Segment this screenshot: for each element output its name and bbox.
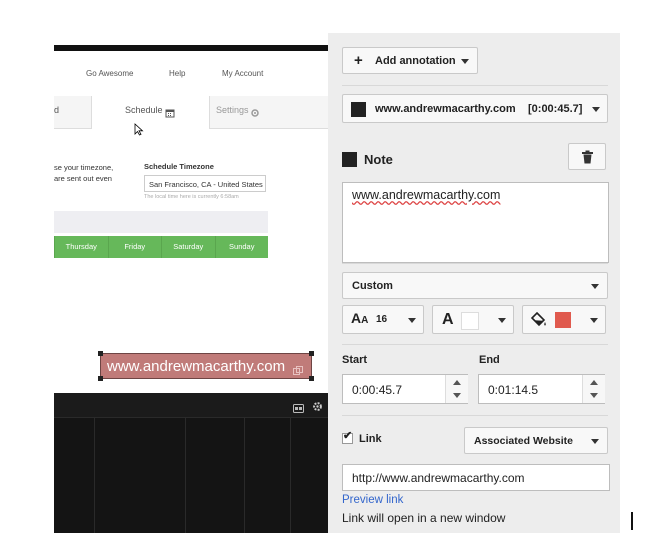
add-annotation-button[interactable]: + Add annotation [342, 47, 478, 74]
nav-link-my-account: My Account [222, 69, 264, 78]
font-size-icon: AA [351, 310, 369, 326]
background-color-swatch [555, 312, 571, 328]
link-url-value: http://www.andrewmacarthy.com [352, 471, 525, 485]
link-label: Link [359, 433, 382, 445]
annotation-overlay-text: www.andrewmacarthy.com [107, 358, 286, 375]
link-note: Link will open in a new window [342, 511, 506, 525]
grid-line [94, 418, 95, 533]
trash-icon [581, 150, 594, 169]
style-select-value: Custom [352, 280, 393, 292]
chevron-down-icon [498, 318, 506, 323]
day-saturday: Saturday [161, 236, 215, 258]
plus-icon: + [354, 52, 363, 69]
resize-handle-top-right[interactable] [309, 351, 314, 356]
stepper-up-icon[interactable] [453, 380, 461, 385]
timezone-field: San Francisco, CA - United States [144, 175, 266, 192]
chevron-down-icon [591, 439, 599, 444]
end-label: End [479, 354, 500, 366]
link-type-select[interactable]: Associated Website [464, 427, 608, 454]
start-time-stepper[interactable] [445, 375, 468, 403]
end-time-stepper[interactable] [582, 375, 605, 403]
font-size-select[interactable]: AA 16 [342, 305, 424, 334]
checkmark-icon: ✔ [343, 430, 353, 442]
site-tab-stub: d [54, 105, 60, 115]
resize-handle-bottom-right[interactable] [309, 376, 314, 381]
day-header-bar: Thursday Friday Saturday Sunday [54, 236, 268, 258]
stepper-down-icon[interactable] [453, 393, 461, 398]
schedule-timezone-label: Schedule Timezone [144, 162, 214, 171]
timezone-description: se your timezone, are sent out even [54, 163, 114, 183]
divider [342, 344, 608, 345]
annotation-editor-panel: + Add annotation www.andrewmacarthy.com … [328, 33, 620, 533]
calendar-icon [165, 105, 175, 123]
schedule-grey-bar [54, 211, 268, 233]
end-time-field[interactable]: 0:01:14.5 [478, 374, 605, 404]
video-player[interactable]: Go Awesome Help My Account d Schedule Se… [54, 33, 328, 533]
note-text-area[interactable]: www.andrewmacarthy.com [342, 182, 609, 263]
start-time-field[interactable]: 0:00:45.7 [342, 374, 468, 404]
link-checkbox[interactable]: ✔ [342, 430, 353, 444]
font-size-value: 16 [376, 314, 388, 325]
chevron-down-icon [461, 59, 469, 64]
day-sunday: Sunday [214, 236, 269, 258]
link-type-value: Associated Website [474, 435, 574, 447]
divider [342, 415, 608, 416]
dark-control-bar [54, 393, 328, 418]
grid-line [244, 418, 245, 533]
annotation-selector[interactable]: www.andrewmacarthy.com [0:00:45.7] [342, 94, 608, 123]
day-friday: Friday [107, 236, 162, 258]
day-thursday: Thursday [54, 236, 108, 258]
chevron-down-icon [408, 318, 416, 323]
text-color-icon: A [442, 311, 454, 328]
font-color-select[interactable]: A [432, 305, 514, 334]
annotation-selector-text: www.andrewmacarthy.com [375, 103, 516, 115]
start-label: Start [342, 354, 368, 366]
settings-gear-icon[interactable] [312, 399, 323, 417]
end-time-value: 0:01:14.5 [488, 383, 539, 397]
start-time-value: 0:00:45.7 [352, 383, 403, 397]
preview-link[interactable]: Preview link [342, 494, 403, 506]
annotation-overlay[interactable]: www.andrewmacarthy.com [100, 353, 312, 379]
chevron-down-icon [590, 318, 598, 323]
gear-icon [250, 105, 260, 123]
resize-handle-top-left[interactable] [98, 351, 103, 356]
delete-button[interactable] [568, 143, 606, 170]
nav-link-go-awesome: Go Awesome [86, 69, 134, 78]
site-tab-settings-label: Settings [216, 105, 249, 115]
note-text: www.andrewmacarthy.com [352, 188, 501, 202]
chevron-down-icon [591, 284, 599, 289]
font-color-swatch [461, 312, 479, 330]
nav-link-help: Help [169, 69, 186, 78]
annotation-selector-time: [0:00:45.7] [528, 103, 583, 115]
grid-line [290, 418, 291, 533]
local-time-note: The local time here is currently 6:58am [144, 194, 239, 200]
note-icon [342, 152, 357, 167]
style-select[interactable]: Custom [342, 272, 608, 299]
text-cursor [631, 512, 633, 530]
site-top-bar [54, 45, 328, 51]
link-url-input[interactable]: http://www.andrewmacarthy.com [342, 464, 610, 491]
paint-bucket-icon [530, 311, 547, 333]
resize-handle-bottom-left[interactable] [98, 376, 103, 381]
grid-line [185, 418, 186, 533]
captions-icon[interactable] [293, 400, 304, 418]
note-label: Note [364, 152, 393, 167]
mouse-cursor-icon [134, 123, 144, 141]
stepper-down-icon[interactable] [590, 393, 598, 398]
add-annotation-label: Add annotation [375, 55, 456, 67]
resize-icon[interactable] [293, 362, 303, 380]
site-tab-schedule-label: Schedule [125, 105, 163, 115]
divider [342, 85, 608, 86]
stepper-up-icon[interactable] [590, 380, 598, 385]
divider [342, 263, 608, 264]
background-color-select[interactable] [522, 305, 606, 334]
note-type-icon [351, 102, 366, 117]
chevron-down-icon [592, 107, 600, 112]
